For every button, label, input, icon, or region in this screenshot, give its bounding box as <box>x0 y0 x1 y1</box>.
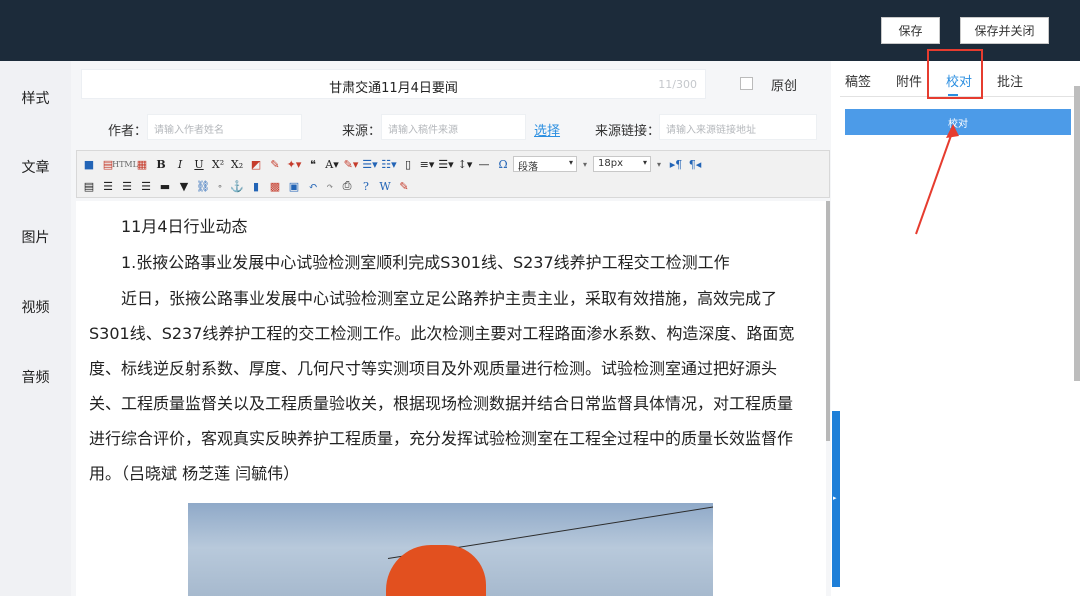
multi-image-icon[interactable]: ▩ <box>266 177 284 195</box>
ordered-list-icon[interactable]: ☰▾ <box>361 155 379 173</box>
html-source-icon[interactable]: HTML <box>112 155 138 173</box>
select-arrow-icon[interactable]: ▾ <box>652 155 666 173</box>
format-brush-icon[interactable]: ✎ <box>266 155 284 173</box>
special-char-icon[interactable]: Ω <box>494 155 512 173</box>
font-size-select[interactable]: 18px ▾ <box>593 156 651 172</box>
eraser-icon[interactable]: ◩ <box>247 155 265 173</box>
unlink-icon[interactable]: ⚬ <box>213 177 227 195</box>
quote-icon[interactable]: ❝ <box>304 155 322 173</box>
indent-icon[interactable]: ☰▾ <box>437 155 455 173</box>
source-link-label: 来源链接： <box>595 124 661 139</box>
source-link-input[interactable]: 请输入来源链接地址 <box>659 114 817 140</box>
page-icon[interactable]: ▯ <box>399 155 417 173</box>
font-size-select-value: 18px <box>598 158 623 169</box>
doc-paragraph-heading: 11月4日行业动态 <box>121 217 248 236</box>
photo-orange-helmet <box>386 545 486 596</box>
underline-icon[interactable]: U <box>190 155 208 173</box>
paragraph-select[interactable]: 段落 ▾ <box>513 156 577 173</box>
align-center-icon[interactable]: ☰ <box>118 177 136 195</box>
edit-note-icon[interactable]: ✎ <box>395 177 413 195</box>
link-icon[interactable]: ⛓ <box>194 177 212 195</box>
help-icon[interactable]: ? <box>357 177 375 195</box>
source-input[interactable]: 请输入稿件来源 <box>381 114 526 140</box>
title-char-count: 11/300 <box>658 78 697 91</box>
original-label: 原创 <box>771 79 798 94</box>
nav-item-style[interactable]: 样式 <box>0 88 71 108</box>
save-icon[interactable]: ■ <box>80 155 98 173</box>
top-bar: 保存 保存并关闭 <box>0 0 1080 61</box>
redo-icon[interactable]: ↷ <box>323 177 337 195</box>
editor-scrollbar[interactable] <box>826 201 830 441</box>
title-text: 甘肃交通11月4日要闻 <box>329 81 458 96</box>
meta-row: 作者： 请输入作者姓名 来源： 请输入稿件来源 选择 来源链接： 请输入来源链接… <box>81 111 821 145</box>
tab-manuscript-label[interactable]: 稿签 <box>845 71 871 90</box>
source-label: 来源： <box>342 124 382 139</box>
title-input[interactable]: 甘肃交通11月4日要闻 11/300 <box>81 69 706 99</box>
highlight-box <box>927 49 983 99</box>
subscript-icon[interactable]: X₂ <box>228 155 246 173</box>
template-icon[interactable]: ▦ <box>133 155 151 173</box>
bold-icon[interactable]: B <box>152 155 170 173</box>
italic-icon[interactable]: I <box>171 155 189 173</box>
author-label: 作者： <box>108 124 148 139</box>
undo-icon[interactable]: ↶ <box>304 177 322 195</box>
find-icon[interactable]: ▼ <box>175 177 193 195</box>
font-color-icon[interactable]: A▾ <box>323 155 341 173</box>
doc-paragraph-body: 近日，张掖公路事业发展中心试验检测室立足公路养护主责主业，采取有效措施，高效完成… <box>89 289 795 483</box>
annotation-arrow-line <box>915 129 954 235</box>
article-photo[interactable] <box>188 503 713 596</box>
author-input[interactable]: 请输入作者姓名 <box>147 114 302 140</box>
word-import-icon[interactable]: W <box>376 177 394 195</box>
tab-attachments[interactable]: 附件 <box>896 71 922 90</box>
page-scrollbar[interactable] <box>1074 86 1080 381</box>
horizontal-rule-icon[interactable]: — <box>475 155 493 173</box>
video-icon[interactable]: ▣ <box>285 177 303 195</box>
image-icon[interactable]: ▮ <box>247 177 265 195</box>
align-justify-icon[interactable]: ▬ <box>156 177 174 195</box>
toolbar-row-1: ■ ▤ HTML ▦ B I U X² X₂ ◩ ✎ ✦▾ ❝ A▾ ✎▾ ☰▾… <box>80 154 704 174</box>
nav-item-video[interactable]: 视频 <box>0 297 71 317</box>
choose-source-link[interactable]: 选择 <box>534 120 560 139</box>
paragraph-select-value: 段落 <box>518 162 538 173</box>
save-and-close-button[interactable]: 保存并关闭 <box>960 17 1049 44</box>
doc-paragraph-subheading: 1.张掖公路事业发展中心试验检测室顺利完成S301线、S237线养护工程交工检测… <box>121 253 730 272</box>
line-height-icon[interactable]: ↕▾ <box>456 155 474 173</box>
superscript-icon[interactable]: X² <box>209 155 227 173</box>
magic-format-icon[interactable]: ✦▾ <box>285 155 303 173</box>
left-nav: 样式 文章 图片 视频 音频 <box>0 61 71 596</box>
right-panel-tabs: 稿签 附件 校对 批注 <box>840 49 1080 99</box>
panel-collapse-bar[interactable]: ▸ <box>832 411 840 587</box>
print-icon[interactable]: ⎙ <box>338 177 356 195</box>
clear-format-icon[interactable]: ▤ <box>80 177 98 195</box>
original-checkbox[interactable] <box>740 77 753 90</box>
paragraph-spacing-icon[interactable]: ≡▾ <box>418 155 436 173</box>
editor-toolbar: ■ ▤ HTML ▦ B I U X² X₂ ◩ ✎ ✦▾ ❝ A▾ ✎▾ ☰▾… <box>76 150 830 198</box>
tab-annotations[interactable]: 批注 <box>997 71 1023 90</box>
unordered-list-icon[interactable]: ☷▾ <box>380 155 398 173</box>
align-right-icon[interactable]: ☰ <box>137 177 155 195</box>
annotation-arrow <box>915 124 959 235</box>
chevron-down-icon: ▾ <box>568 158 573 167</box>
select-arrow-icon[interactable]: ▾ <box>578 155 592 173</box>
nav-item-article[interactable]: 文章 <box>0 157 71 177</box>
nav-item-audio[interactable]: 音频 <box>0 367 71 387</box>
document-body[interactable]: 11月4日行业动态 1.张掖公路事业发展中心试验检测室顺利完成S301线、S23… <box>76 201 826 596</box>
save-button[interactable]: 保存 <box>881 17 940 44</box>
chevron-down-icon: ▾ <box>642 158 647 167</box>
highlight-color-icon[interactable]: ✎▾ <box>342 155 360 173</box>
rtl-icon[interactable]: ¶◂ <box>686 155 704 173</box>
editor-area: 甘肃交通11月4日要闻 11/300 原创 作者： 请输入作者姓名 来源： 请输… <box>71 61 840 596</box>
toolbar-row-2: ▤ ☰ ☰ ☰ ▬ ▼ ⛓ ⚬ ⚓ ▮ ▩ ▣ ↶ ↷ ⎙ ? W ✎ <box>80 176 413 196</box>
annotation-arrow-head <box>946 124 959 138</box>
align-left-icon[interactable]: ☰ <box>99 177 117 195</box>
chevron-right-icon: ▸ <box>833 494 837 502</box>
ltr-icon[interactable]: ▸¶ <box>667 155 685 173</box>
anchor-icon[interactable]: ⚓ <box>228 177 246 195</box>
nav-item-image[interactable]: 图片 <box>0 227 71 247</box>
